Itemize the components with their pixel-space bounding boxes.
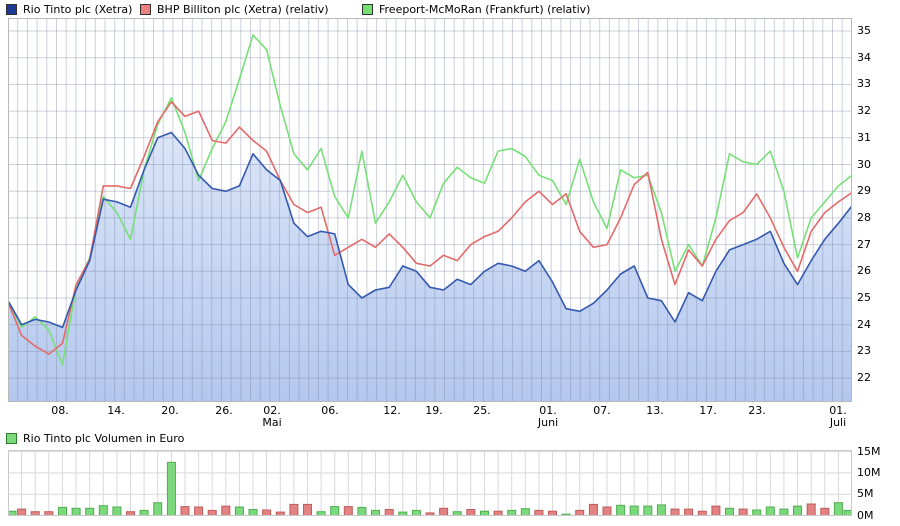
- date-tick: 06.: [321, 404, 339, 417]
- price-axis-tick: 27: [857, 238, 871, 251]
- price-axis-tick: 34: [857, 51, 871, 64]
- date-tick: 20.: [161, 404, 179, 417]
- volume-swatch-icon: [6, 432, 17, 444]
- stock-chart-page: Rio Tinto plc (Xetra) BHP Billiton plc (…: [0, 0, 900, 526]
- legend-label: Rio Tinto plc (Xetra): [23, 2, 133, 16]
- legend-label: Rio Tinto plc Volumen in Euro: [23, 431, 185, 445]
- freeport-swatch-icon: [362, 3, 373, 15]
- legend-item-volume: Rio Tinto plc Volumen in Euro: [6, 431, 184, 445]
- volume-axis-tick: 5M: [857, 487, 874, 500]
- price-axis-tick: 22: [857, 371, 871, 384]
- price-axis-tick: 29: [857, 184, 871, 197]
- date-tick: 23.: [748, 404, 766, 417]
- date-tick: 19.: [425, 404, 443, 417]
- bhp-swatch-icon: [140, 3, 151, 15]
- price-axis-tick: 31: [857, 131, 871, 144]
- date-tick: 25.: [473, 404, 491, 417]
- date-tick: 14.: [107, 404, 125, 417]
- price-chart-plot: [8, 18, 852, 402]
- price-axis-tick: 28: [857, 211, 871, 224]
- volume-chart-plot: [8, 450, 852, 516]
- volume-axis-tick: 15M: [857, 445, 881, 458]
- price-axis-tick: 23: [857, 344, 871, 357]
- date-tick: 13.: [646, 404, 664, 417]
- rio-tinto-swatch-icon: [6, 3, 17, 15]
- legend-item-rio-tinto: Rio Tinto plc (Xetra): [6, 2, 132, 16]
- date-tick: 26.: [215, 404, 233, 417]
- price-axis-tick: 32: [857, 104, 871, 117]
- month-label: Mai: [262, 416, 282, 429]
- legend-label: BHP Billiton plc (Xetra) (relativ): [157, 2, 329, 16]
- date-tick: 08.: [51, 404, 69, 417]
- volume-axis-tick: 10M: [857, 466, 881, 479]
- price-axis-tick: 26: [857, 264, 871, 277]
- month-label: Juni: [537, 416, 559, 429]
- date-tick: 17.: [699, 404, 717, 417]
- legend-label: Freeport-McMoRan (Frankfurt) (relativ): [379, 2, 591, 16]
- price-axis-tick: 35: [857, 24, 871, 37]
- price-axis-tick: 30: [857, 158, 871, 171]
- month-label: Juli: [829, 416, 847, 429]
- price-axis-tick: 25: [857, 291, 871, 304]
- date-tick: 12.: [383, 404, 401, 417]
- price-axis-tick: 33: [857, 77, 871, 90]
- legend-item-freeport-mcmoran: Freeport-McMoRan (Frankfurt) (relativ): [362, 2, 590, 16]
- volume-axis-tick: 0M: [857, 509, 874, 522]
- date-tick: 07.: [593, 404, 611, 417]
- price-axis-tick: 24: [857, 318, 871, 331]
- legend-item-bhp-billiton: BHP Billiton plc (Xetra) (relativ): [140, 2, 329, 16]
